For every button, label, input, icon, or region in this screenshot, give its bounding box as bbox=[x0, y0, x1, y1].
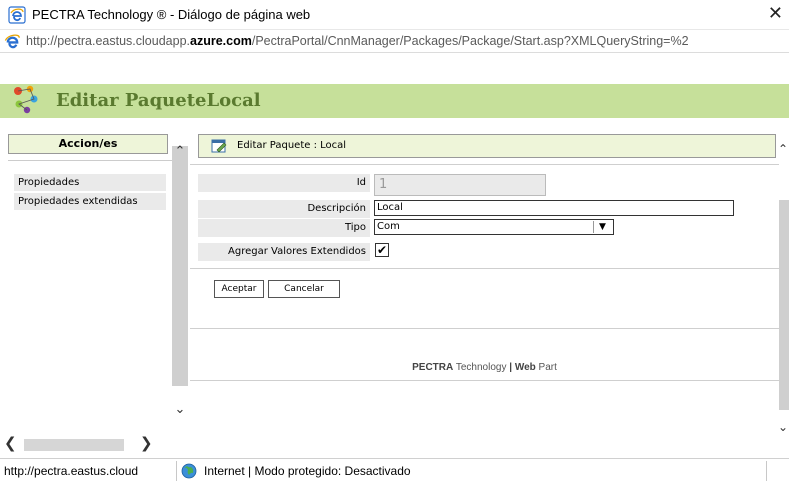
edit-icon bbox=[211, 139, 227, 153]
aceptar-button[interactable]: Aceptar bbox=[214, 280, 264, 298]
panel-title-bar: Editar Paquete : Local bbox=[198, 134, 776, 158]
cancelar-button[interactable]: Cancelar bbox=[268, 280, 340, 298]
button-divider bbox=[190, 328, 779, 329]
tipo-selected-value: Com bbox=[377, 221, 400, 232]
page-title: Editar PaqueteLocal bbox=[56, 90, 261, 111]
window-titlebar: PECTRA Technology ® - Diálogo de página … bbox=[0, 0, 789, 30]
pectra-logo-icon bbox=[14, 85, 38, 114]
horizontal-scroll-thumb[interactable] bbox=[24, 439, 124, 451]
status-divider-right bbox=[766, 461, 767, 481]
tipo-label: Tipo bbox=[198, 219, 370, 237]
address-domain: azure.com bbox=[190, 34, 252, 48]
security-zone: Internet | Modo protegido: Desactivado bbox=[204, 464, 411, 478]
ie-e-icon bbox=[4, 34, 20, 49]
scroll-left-icon[interactable]: ❮ bbox=[4, 434, 17, 452]
left-scroll-down-icon[interactable]: ⌄ bbox=[172, 400, 188, 420]
tipo-select[interactable]: Com ▼ bbox=[374, 219, 614, 235]
close-icon[interactable]: ✕ bbox=[768, 3, 783, 24]
left-scroll-up-icon[interactable]: ⌃ bbox=[172, 142, 188, 162]
descripcion-input[interactable]: Local bbox=[374, 200, 734, 216]
form-row-id: Id 1 bbox=[198, 174, 776, 196]
status-url: http://pectra.eastus.cloud bbox=[4, 464, 139, 478]
left-pane: Accion/es Propiedades Propiedades extend… bbox=[0, 118, 190, 454]
footer-web: Web bbox=[514, 362, 536, 373]
left-divider bbox=[8, 160, 172, 161]
panel-title: Editar Paquete : Local bbox=[237, 140, 347, 151]
id-field: 1 bbox=[374, 174, 546, 196]
descripcion-label: Descripción bbox=[198, 200, 370, 218]
window-title: PECTRA Technology ® - Diálogo de página … bbox=[32, 7, 311, 22]
form-divider bbox=[190, 268, 779, 269]
horizontal-scrollbar[interactable]: ❮ ❯ bbox=[0, 434, 172, 453]
panel-divider bbox=[190, 164, 779, 165]
page-header: Editar PaqueteLocal bbox=[0, 84, 789, 118]
footer-brand: PECTRA bbox=[412, 362, 454, 373]
right-scroll-down-icon[interactable]: ⌄ bbox=[778, 420, 789, 438]
extendidos-label: Agregar Valores Extendidos bbox=[198, 243, 370, 261]
ie-page-icon bbox=[8, 6, 26, 24]
right-pane: Editar Paquete : Local Id 1 Descripción … bbox=[190, 118, 779, 454]
status-bar: http://pectra.eastus.cloud Internet | Mo… bbox=[0, 458, 789, 482]
status-divider bbox=[176, 461, 177, 481]
address-url[interactable]: http://pectra.eastus.cloudapp.azure.com/… bbox=[26, 34, 689, 48]
footer-divider bbox=[190, 380, 779, 381]
left-scrollbar-track[interactable] bbox=[172, 146, 188, 386]
header-spacer bbox=[0, 53, 789, 84]
scroll-right-icon[interactable]: ❯ bbox=[140, 434, 153, 452]
actions-header: Accion/es bbox=[8, 134, 168, 154]
form-row-extendidos: Agregar Valores Extendidos ✔ bbox=[198, 243, 776, 261]
right-scroll-up-icon[interactable]: ⌃ bbox=[778, 142, 789, 160]
footer-credit: PECTRA Technology | Web Part bbox=[412, 362, 557, 373]
left-item-propiedades-extendidas[interactable]: Propiedades extendidas bbox=[14, 193, 166, 210]
chevron-down-icon[interactable]: ▼ bbox=[593, 221, 611, 233]
globe-icon bbox=[181, 463, 197, 479]
id-label: Id bbox=[198, 174, 370, 192]
form-row-tipo: Tipo Com ▼ bbox=[198, 219, 776, 237]
form-row-descripcion: Descripción Local bbox=[198, 200, 776, 218]
left-item-propiedades[interactable]: Propiedades bbox=[14, 174, 166, 191]
address-bar[interactable]: http://pectra.eastus.cloudapp.azure.com/… bbox=[0, 30, 789, 53]
extendidos-checkbox[interactable]: ✔ bbox=[375, 243, 389, 257]
right-scrollbar-track[interactable] bbox=[779, 200, 789, 410]
